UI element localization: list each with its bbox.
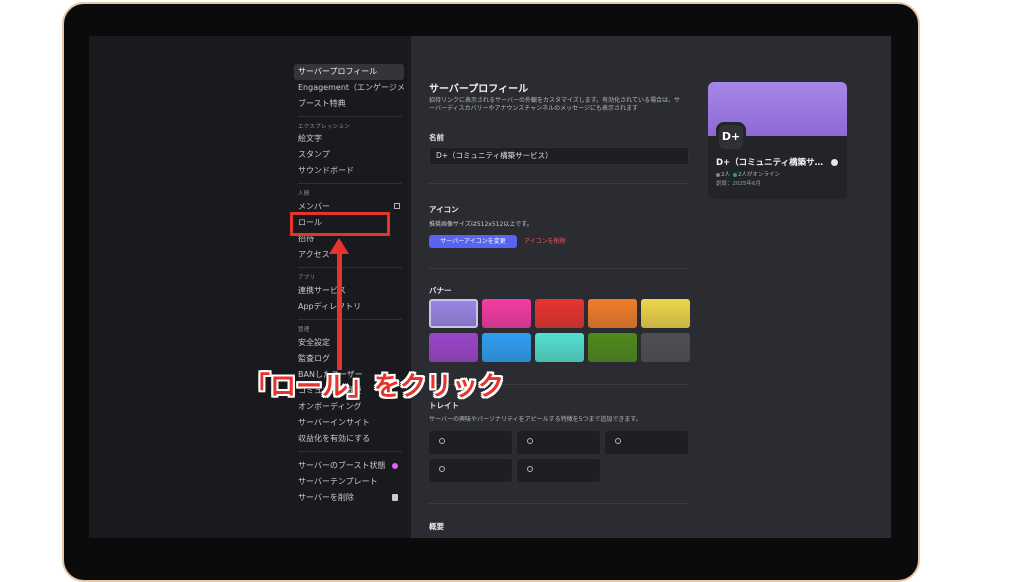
trait-slot[interactable] (605, 431, 688, 454)
verified-badge-icon (831, 159, 838, 166)
arrow-shaft (337, 252, 342, 370)
nav-item-server-template[interactable]: サーバーテンプレート (294, 474, 404, 490)
nav-item-audit-log[interactable]: 監査ログ (294, 351, 404, 367)
remove-icon-button[interactable]: アイコンを削除 (524, 235, 566, 248)
nav-item-boost-perks[interactable]: ブースト特典 (294, 96, 404, 112)
trait-slot[interactable] (429, 459, 512, 482)
nav-divider (298, 267, 402, 268)
nav-item-engagement[interactable]: Engagement（エンゲージメ… (294, 80, 404, 96)
name-label: 名前 (429, 133, 444, 142)
banner-swatch[interactable] (535, 333, 584, 362)
overview-label: 概要 (429, 522, 444, 531)
banner-label: バナー (429, 286, 452, 295)
preview-member-stats: 2人 2人がオンライン (716, 170, 780, 178)
nav-section-expression: エクスプレッション (298, 124, 351, 130)
trait-slot[interactable] (517, 459, 600, 482)
nav-section-apps: アプリ (298, 275, 316, 281)
online-dot-icon (733, 172, 737, 177)
member-dot-icon (716, 172, 720, 177)
emoji-icon (439, 466, 445, 472)
nav-item-soundboard[interactable]: サウンドボード (294, 163, 404, 179)
emoji-icon (527, 466, 533, 472)
page-description: 招待リンクに表示されるサーバーの外観をカスタマイズします。有効化されている場合は… (429, 97, 680, 112)
banner-swatch[interactable] (482, 299, 531, 328)
banner-swatch[interactable] (482, 333, 531, 362)
section-divider (429, 183, 689, 184)
nav-section-moderation: 管理 (298, 327, 310, 333)
nav-item-delete-server-label: サーバーを削除 (298, 493, 354, 502)
preview-server-name: D+（コミュニティ構築サ… (716, 158, 824, 168)
page-title: サーバープロフィール (429, 84, 529, 95)
nav-item-members-label: メンバー (298, 202, 330, 211)
external-link-icon (394, 203, 400, 209)
section-divider (429, 503, 689, 504)
trait-slot[interactable] (517, 431, 600, 454)
nav-item-server-boost-status[interactable]: サーバーのブースト状態 (294, 458, 404, 474)
banner-swatch[interactable] (535, 299, 584, 328)
nav-item-emoji[interactable]: 絵文字 (294, 131, 404, 147)
banner-swatch[interactable] (641, 333, 690, 362)
nav-item-enable-monetization[interactable]: 収益化を有効にする (294, 431, 404, 447)
preview-online-count: 2人がオンライン (738, 172, 780, 178)
icon-label: アイコン (429, 205, 459, 214)
preview-member-count: 2人 (721, 172, 730, 178)
emoji-icon (439, 438, 445, 444)
nav-divider (298, 183, 402, 184)
roles-highlight-box (290, 212, 390, 236)
nav-item-boost-status-label: サーバーのブースト状態 (298, 461, 386, 470)
nav-divider (298, 116, 402, 117)
banner-swatch[interactable] (588, 333, 637, 362)
traits-description: サーバーの興味やパーソナリティをアピールする特徴を5つまで追加できます。 (429, 416, 642, 423)
emoji-icon (615, 438, 621, 444)
nav-item-server-profile[interactable]: サーバープロフィール (294, 64, 404, 80)
banner-color-grid (429, 299, 690, 363)
banner-swatch[interactable] (588, 299, 637, 328)
nav-divider (298, 319, 402, 320)
banner-swatch[interactable] (429, 333, 478, 362)
icon-size-note: 推奨画像サイズは512x512以上です。 (429, 221, 533, 228)
change-icon-button[interactable]: サーバーアイコンを変更 (429, 235, 517, 248)
nav-section-people: 人間 (298, 191, 310, 197)
nav-item-stamps[interactable]: スタンプ (294, 147, 404, 163)
nav-item-delete-server[interactable]: サーバーを削除 (294, 490, 404, 506)
server-icon: D+ (719, 125, 743, 149)
preview-created-date: 創設：2025年6月 (716, 181, 761, 187)
nav-item-integrations[interactable]: 連携サービス (294, 283, 404, 299)
emoji-icon (527, 438, 533, 444)
nav-item-server-insights[interactable]: サーバーインサイト (294, 415, 404, 431)
server-name-input[interactable]: D+（コミュニティ構築サービス） (429, 147, 689, 165)
nav-item-access[interactable]: アクセス (294, 247, 404, 263)
banner-swatch[interactable] (641, 299, 690, 328)
nav-divider (298, 451, 402, 452)
trash-icon (392, 494, 398, 501)
trait-slot[interactable] (429, 431, 512, 454)
server-preview-card: D+ D+（コミュニティ構築サ… 2人 2人がオンライン 創設：2025年6月 (708, 82, 847, 199)
instruction-callout: 「ロール」をクリック (244, 372, 505, 402)
preview-avatar: D+ (716, 122, 746, 152)
banner-swatch[interactable] (429, 299, 478, 328)
section-divider (429, 268, 689, 269)
nav-item-safety-setup[interactable]: 安全設定 (294, 335, 404, 351)
nav-item-app-directory[interactable]: Appディレクトリ (294, 299, 404, 315)
boost-gem-icon (392, 463, 398, 469)
